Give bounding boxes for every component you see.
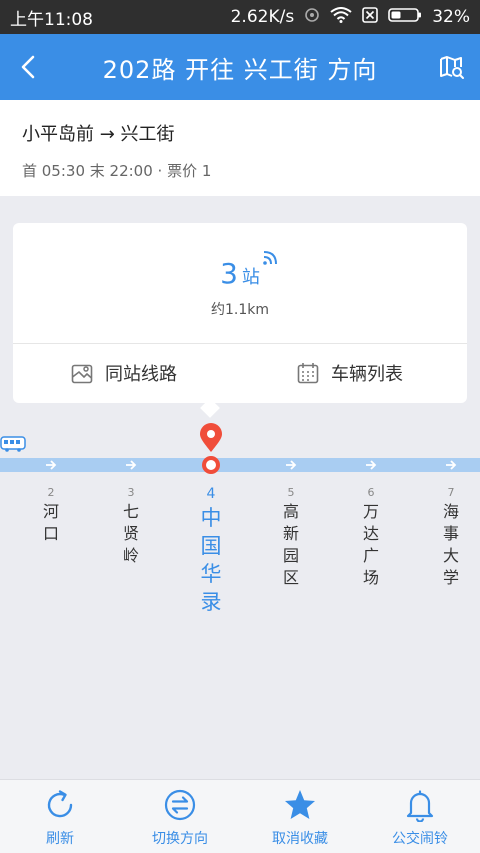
switch-direction-icon	[164, 789, 196, 821]
chevron-left-icon	[21, 55, 35, 79]
direction-arrow-icon	[444, 458, 458, 472]
station-item[interactable]: 7 海事大学	[431, 486, 471, 589]
vehicle-list-button[interactable]: 车辆列表	[297, 343, 403, 403]
direction-arrow-icon	[124, 458, 138, 472]
refresh-icon	[47, 790, 73, 818]
station-index: 2	[47, 486, 55, 499]
stops-unit: 站	[241, 267, 260, 288]
wifi-icon	[330, 6, 352, 28]
bus-alarm-button[interactable]: 公交闹铃	[360, 780, 480, 853]
back-button[interactable]	[0, 34, 56, 100]
switch-direction-label: 切换方向	[152, 831, 208, 847]
refresh-label: 刷新	[46, 831, 74, 847]
refresh-button[interactable]: 刷新	[0, 780, 120, 853]
station-item[interactable]: 6 万达广场	[351, 486, 391, 589]
arrival-card: 3站 约1.1km 同站线路 车辆列表	[13, 223, 467, 418]
route-schedule: 首 05:30 末 22:00 · 票价 1	[22, 162, 212, 180]
station-name: 中国华录	[200, 506, 222, 614]
battery-icon	[388, 7, 422, 28]
station-item[interactable]: 5 高新园区	[271, 486, 311, 589]
station-name: 海事大学	[442, 502, 459, 587]
station-item-current[interactable]: 4 中国华录	[191, 486, 231, 616]
status-bar: 上午11:08 2.62K/s 32%	[0, 0, 480, 34]
station-name: 万达广场	[362, 502, 379, 587]
direction-arrow-icon	[284, 458, 298, 472]
card-pointer	[200, 398, 220, 418]
direction-arrow-icon	[44, 458, 58, 472]
route-info: 小平岛前 → 兴工街 首 05:30 末 22:00 · 票价 1	[0, 100, 480, 196]
star-icon	[285, 790, 315, 819]
status-indicators: 2.62K/s 32%	[230, 6, 470, 28]
station-name: 高新园区	[282, 502, 299, 587]
station-index: 7	[447, 486, 455, 499]
bottom-toolbar: 刷新 切换方向 取消收藏 公交闹铃	[0, 779, 480, 853]
map-pin-icon	[71, 364, 93, 384]
station-index: 6	[367, 486, 375, 499]
station-index: 3	[127, 486, 135, 499]
unfavorite-label: 取消收藏	[272, 831, 328, 847]
battery-percent: 32%	[432, 7, 470, 27]
hotspot-icon	[304, 7, 320, 28]
calendar-icon	[297, 363, 319, 384]
bus-alarm-label: 公交闹铃	[392, 831, 448, 847]
map-button[interactable]	[424, 34, 480, 100]
stops-count: 3	[220, 257, 238, 290]
page-title: 202路 开往 兴工街 方向	[102, 55, 378, 84]
app-bar: 202路 开往 兴工街 方向	[0, 34, 480, 100]
bell-icon	[406, 790, 434, 822]
distance: 约1.1km	[210, 302, 269, 318]
vehicle-list-label: 车辆列表	[331, 364, 403, 385]
location-pin-icon	[199, 423, 223, 457]
station-index: 5	[287, 486, 295, 499]
route-endpoints: 小平岛前 → 兴工街	[22, 124, 175, 145]
same-station-label: 同站线路	[105, 364, 177, 385]
unfavorite-button[interactable]: 取消收藏	[240, 780, 360, 853]
current-station-marker	[202, 456, 220, 474]
station-item[interactable]: 2 河口	[31, 486, 71, 545]
switch-direction-button[interactable]: 切换方向	[120, 780, 240, 853]
station-name: 七贤岭	[122, 502, 139, 565]
same-station-lines-button[interactable]: 同站线路	[71, 343, 177, 403]
realtime-signal-icon	[261, 249, 279, 271]
route-line	[0, 458, 480, 472]
network-speed: 2.62K/s	[230, 7, 295, 27]
bus-icon[interactable]	[0, 436, 26, 456]
direction-arrow-icon	[364, 458, 378, 472]
status-time: 上午11:08	[10, 9, 93, 30]
stops-away: 3站	[13, 251, 467, 290]
map-search-icon	[440, 56, 464, 79]
no-sim-icon	[362, 6, 379, 28]
station-name: 河口	[42, 502, 59, 543]
station-index: 4	[206, 486, 216, 502]
station-item[interactable]: 3 七贤岭	[111, 486, 151, 567]
